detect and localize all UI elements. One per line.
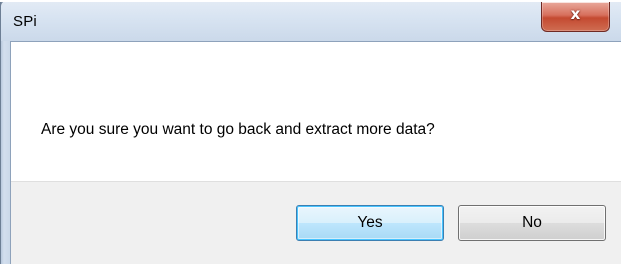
window-top-edge: [0, 0, 621, 2]
close-icon: x: [570, 5, 581, 23]
title-bar[interactable]: SPi: [0, 0, 621, 41]
no-button[interactable]: No: [458, 205, 606, 241]
dialog-content: Are you sure you want to go back and ext…: [10, 41, 621, 264]
dialog-window: SPi x Are you sure you want to go back a…: [0, 0, 621, 264]
button-bar: Yes No: [11, 181, 621, 264]
dialog-message: Are you sure you want to go back and ext…: [41, 121, 435, 138]
yes-button[interactable]: Yes: [296, 205, 444, 241]
close-button[interactable]: x: [541, 2, 610, 32]
window-title: SPi: [13, 13, 37, 30]
